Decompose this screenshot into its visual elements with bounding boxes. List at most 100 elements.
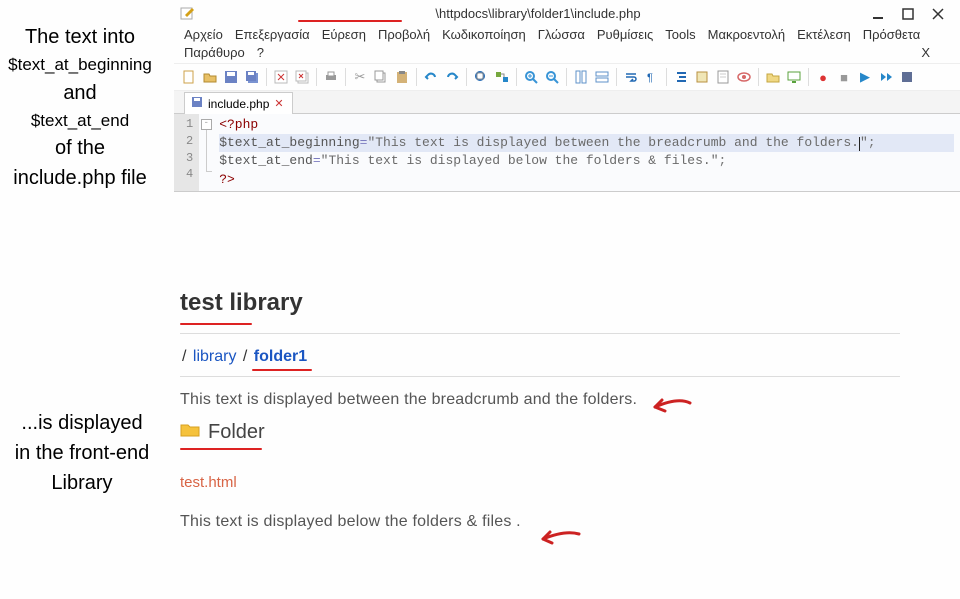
fold-toggle-icon[interactable]: -	[201, 119, 212, 130]
toolbar-separator	[416, 68, 417, 86]
fold-bar	[206, 144, 207, 158]
monitor-icon[interactable]	[785, 68, 803, 86]
menu-item[interactable]: Επεξεργασία	[235, 27, 310, 42]
menu-item[interactable]: Ρυθμίσεις	[597, 27, 653, 42]
folder-icon	[180, 422, 200, 443]
paste-icon[interactable]	[393, 68, 411, 86]
anno-line: of the	[0, 133, 160, 163]
code-area[interactable]: 1 2 3 4 - <?php $text_at_beginning="This…	[174, 114, 960, 192]
fold-bar	[206, 158, 207, 172]
annotation-underline	[180, 448, 262, 450]
copy-icon[interactable]	[372, 68, 390, 86]
save-icon[interactable]	[222, 68, 240, 86]
maximize-button[interactable]	[900, 6, 916, 22]
line-gutter: 1 2 3 4	[174, 114, 199, 191]
menu-item[interactable]: Παράθυρο	[184, 45, 245, 60]
sync-hscroll-icon[interactable]	[593, 68, 611, 86]
tab-dirty-icon	[191, 96, 203, 111]
divider	[180, 376, 900, 377]
breadcrumb: / library / folder1	[180, 348, 900, 368]
app-icon	[180, 5, 196, 24]
annotation-underline	[298, 20, 402, 22]
undo-icon[interactable]	[422, 68, 440, 86]
save-all-icon[interactable]	[243, 68, 261, 86]
wordwrap-icon[interactable]	[622, 68, 640, 86]
menu-item[interactable]: Προβολή	[378, 27, 430, 42]
function-list-icon[interactable]	[735, 68, 753, 86]
breadcrumb-sep: /	[182, 348, 191, 365]
stop-macro-icon[interactable]: ■	[835, 68, 853, 86]
fold-column: -	[199, 114, 213, 191]
print-icon[interactable]	[322, 68, 340, 86]
menu-item[interactable]: Μακροεντολή	[708, 27, 785, 42]
annotation-underline	[180, 323, 252, 325]
toolbar-close-button[interactable]: X	[921, 45, 950, 60]
menu-item[interactable]: Πρόσθετα	[863, 27, 921, 42]
cut-icon[interactable]: ✂	[351, 68, 369, 86]
menu-item[interactable]: Γλώσσα	[538, 27, 585, 42]
redo-icon[interactable]	[443, 68, 461, 86]
menu-bar: Αρχείο Επεξεργασία Εύρεση Προβολή Κωδικο…	[174, 25, 960, 44]
annotation-bottom: ...is displayed in the front-end Library	[2, 408, 162, 498]
new-file-icon[interactable]	[180, 68, 198, 86]
toolbar: ✂ ¶ ● ■ ▶	[174, 63, 960, 91]
folder-icon[interactable]	[764, 68, 782, 86]
breadcrumb-library[interactable]: library	[193, 348, 237, 365]
anno-line: and	[0, 78, 160, 108]
annotation-arrow	[535, 528, 583, 553]
code-line: <?php	[219, 116, 954, 134]
menu-item[interactable]: ?	[257, 45, 264, 60]
menu-item[interactable]: Tools	[665, 27, 695, 42]
zoom-in-icon[interactable]	[522, 68, 540, 86]
doc-map-icon[interactable]	[714, 68, 732, 86]
toolbar-separator	[566, 68, 567, 86]
fold-bar	[206, 130, 207, 144]
sync-vscroll-icon[interactable]	[572, 68, 590, 86]
menu-item[interactable]: Εκτέλεση	[797, 27, 851, 42]
toolbar-separator	[666, 68, 667, 86]
folder-label: Folder	[208, 421, 265, 444]
find-icon[interactable]	[472, 68, 490, 86]
open-file-icon[interactable]	[201, 68, 219, 86]
breadcrumb-sep: /	[238, 348, 251, 365]
toolbar-separator	[466, 68, 467, 86]
close-file-icon[interactable]	[272, 68, 290, 86]
indent-guide-icon[interactable]	[672, 68, 690, 86]
code-line: $text_at_beginning="This text is display…	[219, 134, 954, 152]
close-button[interactable]	[930, 6, 946, 22]
close-all-icon[interactable]	[293, 68, 311, 86]
menu-bar-2: Παράθυρο ? X	[174, 44, 960, 63]
anno-line: The text into	[0, 22, 160, 52]
title-bar: \httpdocs\library\folder1\include.php	[174, 0, 960, 25]
replace-icon[interactable]	[493, 68, 511, 86]
anno-line: $text_at_end	[0, 108, 160, 134]
line-number: 3	[186, 150, 193, 167]
code-line: ?>	[219, 171, 954, 189]
annotation-underline	[252, 369, 312, 371]
menu-item[interactable]: Εύρεση	[322, 27, 366, 42]
page-title: test library	[180, 289, 900, 317]
menu-item[interactable]: Κωδικοποίηση	[442, 27, 526, 42]
code-lines[interactable]: <?php $text_at_beginning="This text is d…	[213, 114, 960, 191]
window-title: \httpdocs\library\folder1\include.php	[206, 6, 870, 21]
file-link[interactable]: test.html	[180, 474, 900, 491]
show-chars-icon[interactable]: ¶	[643, 68, 661, 86]
tab-close-icon[interactable]: ✕	[274, 97, 283, 110]
annotation-top: The text into $text_at_beginning and $te…	[0, 22, 160, 193]
save-macro-icon[interactable]	[898, 68, 916, 86]
play-macro-icon[interactable]: ▶	[856, 68, 874, 86]
anno-line: ...is displayed	[2, 408, 162, 438]
zoom-out-icon[interactable]	[543, 68, 561, 86]
line-number: 4	[186, 166, 193, 183]
menu-item[interactable]: Αρχείο	[184, 27, 223, 42]
toolbar-separator	[808, 68, 809, 86]
user-lang-icon[interactable]	[693, 68, 711, 86]
minimize-button[interactable]	[870, 6, 886, 22]
folder-item[interactable]: Folder	[180, 421, 900, 444]
play-multi-icon[interactable]	[877, 68, 895, 86]
record-macro-icon[interactable]: ●	[814, 68, 832, 86]
line-number: 1	[186, 116, 193, 133]
tab-include[interactable]: include.php ✕	[184, 92, 293, 114]
toolbar-separator	[266, 68, 267, 86]
divider	[180, 333, 900, 334]
